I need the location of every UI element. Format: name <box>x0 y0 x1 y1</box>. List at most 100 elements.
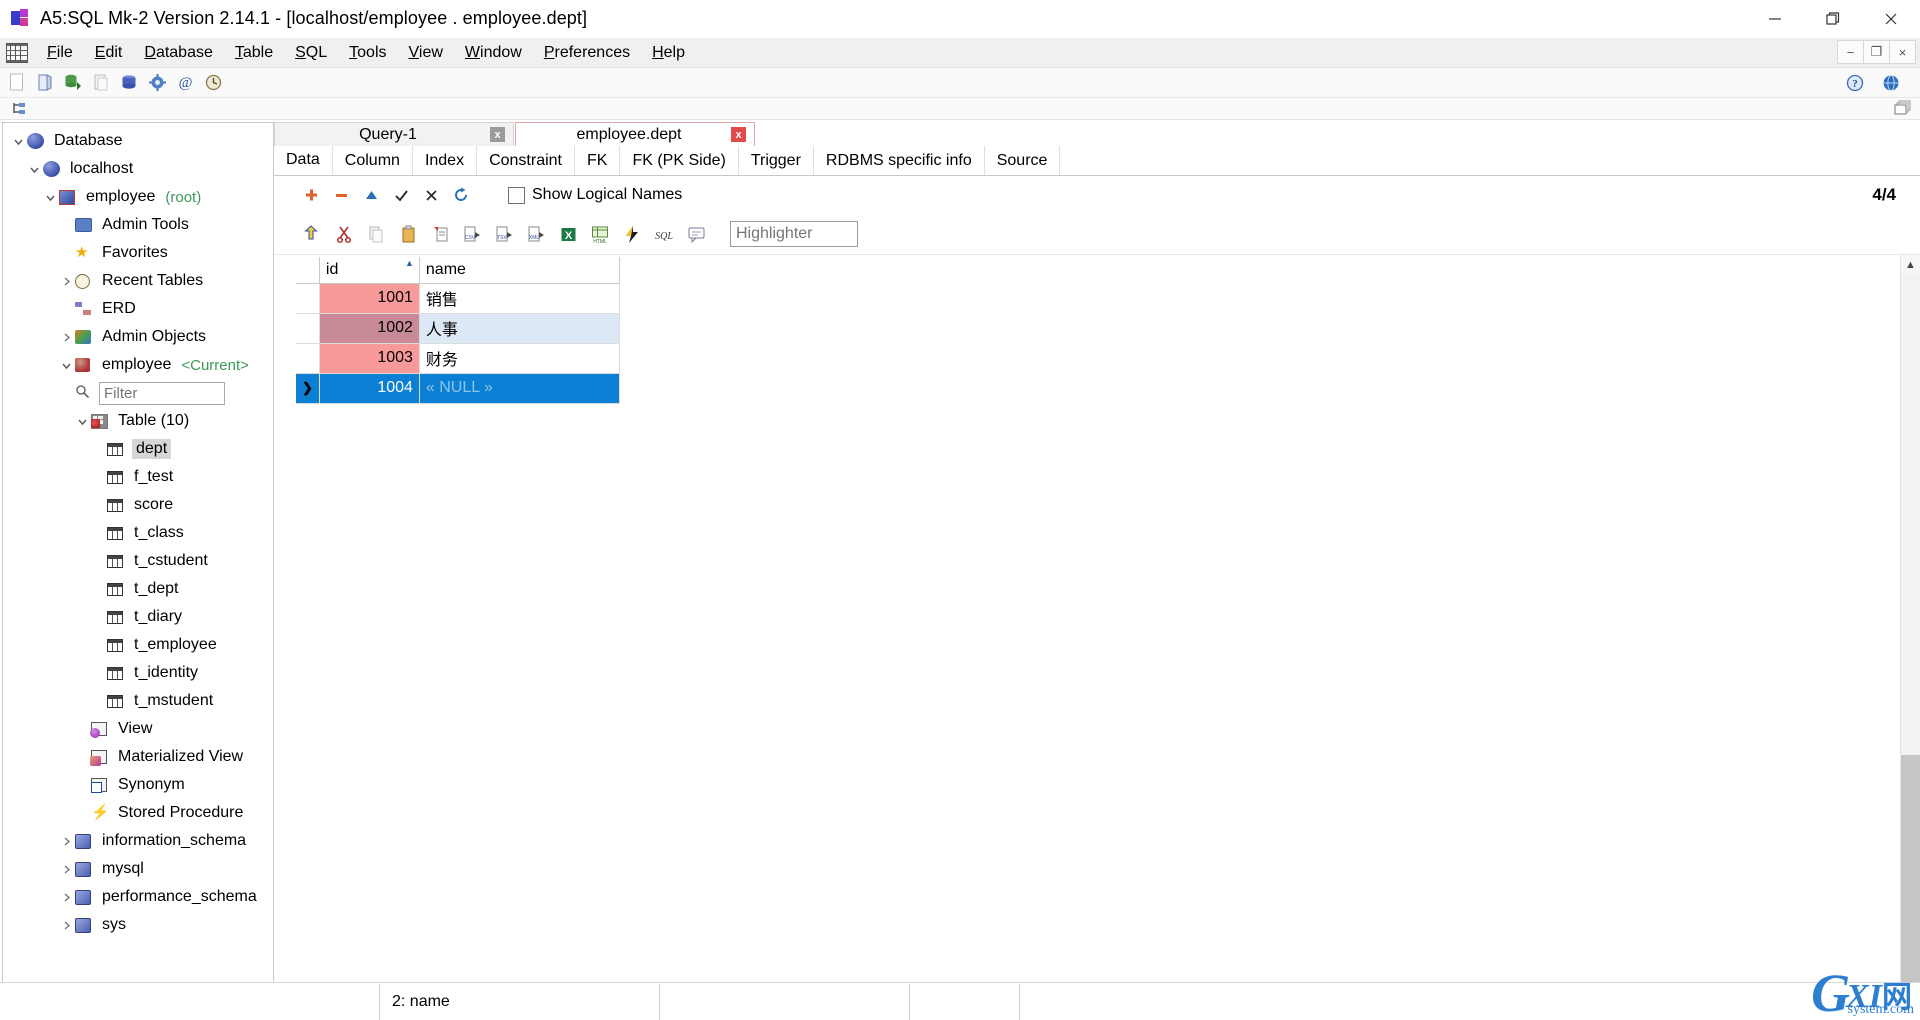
paste-icon[interactable] <box>392 220 424 248</box>
grid-scroll-track[interactable] <box>1901 755 1920 1020</box>
chevron-right-icon[interactable] <box>59 862 73 876</box>
row-selector-cell[interactable] <box>296 283 320 314</box>
mdi-restore-button[interactable]: ❐ <box>1863 40 1890 64</box>
menu-view[interactable]: View <box>398 40 454 66</box>
export-html-icon[interactable]: HTML <box>584 220 616 248</box>
add-row-icon[interactable] <box>296 182 326 208</box>
cell-id[interactable]: 1002 <box>319 313 420 344</box>
menu-database[interactable]: Database <box>133 40 224 66</box>
tab-source[interactable]: Source <box>985 146 1061 175</box>
chevron-down-icon[interactable] <box>27 162 41 176</box>
tab-fk--pk-side-[interactable]: FK (PK Side) <box>620 146 739 175</box>
new-document-icon[interactable] <box>4 71 30 95</box>
document-tab-employee-dept[interactable]: employee.dept x <box>515 122 755 146</box>
export-icon[interactable] <box>296 220 328 248</box>
chevron-down-icon[interactable] <box>75 414 89 428</box>
rollback-icon[interactable] <box>416 182 446 208</box>
table-row[interactable]: 1002 人事 <box>296 313 620 344</box>
row-selector-cell[interactable] <box>296 313 320 344</box>
tree-node-tbl-t_cstudent[interactable]: t_cstudent <box>3 547 273 575</box>
row-selector-cell[interactable]: ❯ <box>296 373 320 404</box>
tab-index[interactable]: Index <box>413 146 478 175</box>
tree-node-tbl-t_mstudent[interactable]: t_mstudent <box>3 687 273 715</box>
chevron-right-icon[interactable] <box>59 918 73 932</box>
copy-database-icon[interactable] <box>88 71 114 95</box>
at-sign-icon[interactable]: @ <box>172 71 198 95</box>
column-header-id[interactable]: id ▲ <box>319 257 420 284</box>
restore-row-icon[interactable] <box>356 182 386 208</box>
tree-node-admin-tools[interactable]: Admin Tools <box>3 211 273 239</box>
export-xml-icon[interactable]: XML <box>520 220 552 248</box>
paste-insert-icon[interactable] <box>424 220 456 248</box>
cell-id[interactable]: 1004 <box>319 373 420 404</box>
cell-name[interactable]: 财务 <box>419 343 620 374</box>
tab-constraint[interactable]: Constraint <box>477 146 575 175</box>
delete-row-icon[interactable] <box>326 182 356 208</box>
export-csv-icon[interactable]: CSV <box>456 220 488 248</box>
chevron-down-icon[interactable] <box>11 134 25 148</box>
show-logical-names-checkbox-wrap[interactable]: Show Logical Names <box>508 186 682 204</box>
chevron-right-icon[interactable] <box>59 274 73 288</box>
chevron-down-icon[interactable] <box>43 190 57 204</box>
tree-node-tbl-t_class[interactable]: t_class <box>3 519 273 547</box>
object-sub-tab-strip[interactable]: Data Column Index Constraint FK FK (PK Side) T… <box>274 146 1920 176</box>
tree-node-admin-objects[interactable]: Admin Objects <box>3 323 273 351</box>
close-icon[interactable]: x <box>731 127 746 142</box>
table-row[interactable]: 1001 销售 <box>296 283 620 314</box>
menu-sql[interactable]: SQL <box>284 40 338 66</box>
chevron-right-icon[interactable] <box>59 834 73 848</box>
open-folder-icon[interactable] <box>32 71 58 95</box>
database-tree[interactable]: Database localhost employee (root) Admin Too… <box>3 123 273 1010</box>
tree-node-sys[interactable]: sys <box>3 911 273 939</box>
tab-data[interactable]: Data <box>274 146 333 175</box>
tab-column[interactable]: Column <box>333 146 413 175</box>
menu-preferences[interactable]: Preferences <box>533 40 641 66</box>
tree-filter-input[interactable] <box>99 381 225 405</box>
tree-node-mysql[interactable]: mysql <box>3 855 273 883</box>
document-tab-strip[interactable]: Query-1 x employee.dept x <box>274 120 1920 146</box>
tab-rdbms-specific-info[interactable]: RDBMS specific info <box>814 146 985 175</box>
save-database-icon[interactable] <box>60 71 86 95</box>
tree-node-localhost[interactable]: localhost <box>3 155 273 183</box>
tree-node-procedure-folder[interactable]: ⚡ Stored Procedure <box>3 799 273 827</box>
cascade-windows-icon[interactable] <box>1894 100 1912 121</box>
tree-node-recent-tables[interactable]: Recent Tables <box>3 267 273 295</box>
cell-id[interactable]: 1003 <box>319 343 420 374</box>
chevron-down-icon[interactable] <box>59 358 73 372</box>
tree-node-tbl-t_dept[interactable]: t_dept <box>3 575 273 603</box>
show-logical-names-checkbox[interactable] <box>508 186 525 204</box>
chevron-right-icon[interactable] <box>59 890 73 904</box>
commit-icon[interactable] <box>386 182 416 208</box>
cut-icon[interactable] <box>328 220 360 248</box>
tree-node-table-folder[interactable]: Table (10) <box>3 407 273 435</box>
sql-icon[interactable]: SQL <box>648 220 680 248</box>
close-icon[interactable]: x <box>490 127 505 142</box>
column-header-name[interactable]: name <box>419 257 620 284</box>
export-tsv-icon[interactable]: TSV <box>488 220 520 248</box>
chevron-right-icon[interactable] <box>59 330 73 344</box>
globe-icon[interactable] <box>1878 71 1904 95</box>
flash-fill-icon[interactable] <box>616 220 648 248</box>
cell-name[interactable]: « NULL » <box>419 373 620 404</box>
cell-id[interactable]: 1001 <box>319 283 420 314</box>
highlighter-input[interactable] <box>730 221 858 247</box>
tree-node-tbl-t_employee[interactable]: t_employee <box>3 631 273 659</box>
grid-vertical-scrollbar[interactable]: ▲ <box>1900 255 1920 1020</box>
recent-history-icon[interactable] <box>200 71 226 95</box>
window-close-button[interactable] <box>1862 0 1920 38</box>
menu-edit[interactable]: Edit <box>84 40 134 66</box>
cell-name[interactable]: 人事 <box>419 313 620 344</box>
refresh-icon[interactable] <box>446 182 476 208</box>
scroll-up-arrow-icon[interactable]: ▲ <box>1901 255 1920 275</box>
tree-node-information_schema[interactable]: information_schema <box>3 827 273 855</box>
help-icon[interactable]: ? <box>1842 71 1868 95</box>
menu-file[interactable]: File <box>36 40 84 66</box>
tree-node-performance_schema[interactable]: performance_schema <box>3 883 273 911</box>
database-settings-icon[interactable] <box>144 71 170 95</box>
menu-table[interactable]: Table <box>224 40 284 66</box>
tree-filter-row[interactable] <box>3 379 273 407</box>
mdi-minimize-button[interactable]: − <box>1837 40 1864 64</box>
table-row[interactable]: ❯ 1004 « NULL » <box>296 373 620 404</box>
mdi-close-button[interactable]: × <box>1889 40 1916 64</box>
table-row[interactable]: 1003 财务 <box>296 343 620 374</box>
